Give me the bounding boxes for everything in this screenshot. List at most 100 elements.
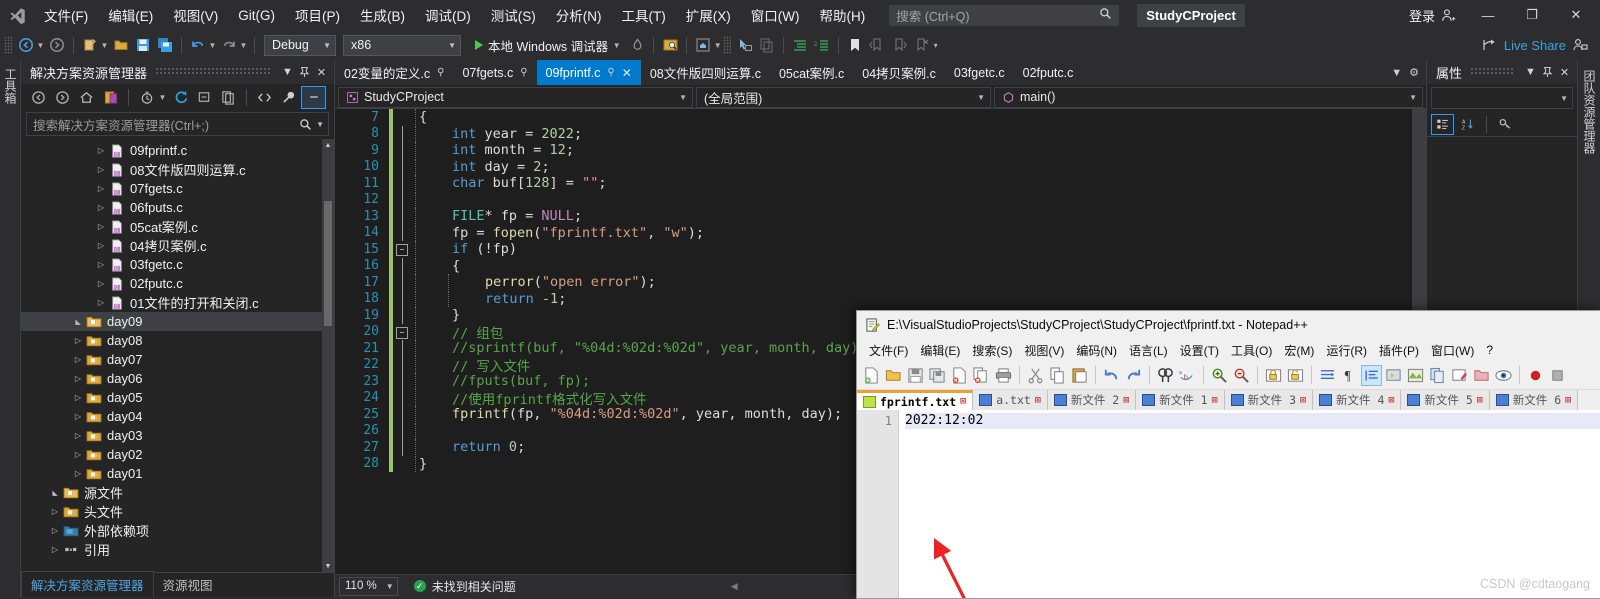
code-line[interactable]: 14 fp = fopen("fprintf.txt", "w");: [335, 224, 1426, 241]
notepadpp-tab[interactable]: 新文件 3 ⊠: [1224, 390, 1314, 410]
properties-menu-chevron-icon[interactable]: ▼: [1522, 62, 1539, 82]
redo-icon[interactable]: [1123, 365, 1144, 386]
menu-build[interactable]: 生成(B): [350, 1, 415, 29]
document-tab[interactable]: 08文件版四则运算.c: [640, 60, 770, 85]
find-icon[interactable]: [1155, 365, 1176, 386]
nav-project-select[interactable]: StudyCProject ▼: [338, 86, 693, 108]
bookmark-icon[interactable]: [844, 34, 866, 56]
tree-item[interactable]: ▷ day07: [21, 350, 334, 369]
tab-solution-explorer[interactable]: 解决方案资源管理器: [21, 571, 154, 597]
tree-item[interactable]: ◢ day09: [21, 312, 334, 331]
tree-item[interactable]: ▷ 外部依赖项: [21, 521, 334, 540]
notepadpp-menu-item[interactable]: 工具(O): [1225, 340, 1278, 361]
notepadpp-menu-item[interactable]: 窗口(W): [1425, 340, 1480, 361]
fold-gutter[interactable]: −: [393, 324, 411, 341]
window-close-button[interactable]: ✕: [1554, 0, 1598, 30]
show-hide-panel-icon[interactable]: [301, 85, 326, 109]
search-in-files-icon[interactable]: [659, 34, 681, 56]
fold-gutter[interactable]: [393, 175, 411, 192]
new-project-dropdown-icon[interactable]: ▼: [99, 41, 110, 50]
menu-analyze[interactable]: 分析(N): [546, 1, 612, 29]
close-icon[interactable]: ⊠: [1477, 395, 1483, 406]
live-share-button[interactable]: Live Share: [1482, 37, 1596, 53]
menu-edit[interactable]: 编辑(E): [98, 1, 163, 29]
document-tab[interactable]: 02fputc.c: [1013, 60, 1083, 85]
notepadpp-menu-item[interactable]: 搜索(S): [966, 340, 1018, 361]
fold-gutter[interactable]: [393, 109, 411, 126]
save-all-icon[interactable]: [154, 34, 176, 56]
properties-wrench-icon[interactable]: [277, 87, 300, 108]
function-list-icon[interactable]: [1427, 365, 1448, 386]
home-icon[interactable]: [75, 87, 98, 108]
pin-icon[interactable]: [1539, 62, 1556, 82]
fold-gutter[interactable]: [393, 274, 411, 291]
document-tab[interactable]: 04拷贝案例.c: [853, 60, 945, 85]
print-icon[interactable]: [993, 365, 1014, 386]
indent-list-icon[interactable]: [789, 34, 811, 56]
tree-item[interactable]: ▷ day04: [21, 407, 334, 426]
fold-gutter[interactable]: [393, 191, 411, 208]
start-debug-button[interactable]: 本地 Windows 调试器 ▼: [471, 36, 626, 55]
scroll-up-icon[interactable]: ▲: [322, 139, 334, 151]
close-icon[interactable]: ⊠: [1123, 395, 1129, 406]
forward-icon[interactable]: [51, 87, 74, 108]
close-icon[interactable]: ⊠: [1300, 395, 1306, 406]
solution-tree-scrollbar[interactable]: ▲ ▼: [322, 139, 334, 572]
chevron-right-icon[interactable]: ▷: [48, 545, 62, 554]
fold-gutter[interactable]: [393, 208, 411, 225]
menu-file[interactable]: 文件(F): [34, 1, 98, 29]
fold-gutter[interactable]: [393, 356, 411, 373]
global-search-box[interactable]: 搜索 (Ctrl+Q): [889, 4, 1120, 26]
chevron-right-icon[interactable]: ▷: [94, 165, 108, 174]
build-platform-select[interactable]: x86 ▼: [343, 34, 461, 56]
refresh-icon[interactable]: [169, 87, 192, 108]
window-minimize-button[interactable]: —: [1466, 0, 1510, 30]
chevron-down-icon-2[interactable]: ▼: [712, 41, 723, 50]
solution-home-icon[interactable]: [692, 34, 714, 56]
chevron-right-icon[interactable]: ▷: [71, 393, 85, 402]
tree-item[interactable]: ▷ C 03fgetc.c: [21, 255, 334, 274]
menu-extensions[interactable]: 扩展(X): [676, 1, 741, 29]
menu-tools[interactable]: 工具(T): [612, 1, 676, 29]
show-indent-guide-icon[interactable]: [1361, 364, 1382, 386]
toolbar-overflow-icon[interactable]: ▾: [930, 41, 941, 50]
code-line[interactable]: 12: [335, 191, 1426, 208]
close-icon[interactable]: ⊠: [1035, 395, 1041, 406]
clear-bookmarks-icon[interactable]: [910, 34, 932, 56]
fold-gutter[interactable]: [393, 224, 411, 241]
status-collapse-icon[interactable]: ◀: [731, 581, 738, 592]
tab-resource-view[interactable]: 资源视图: [154, 572, 222, 597]
navigate-back-icon[interactable]: [15, 34, 37, 56]
sync-horizontal-icon[interactable]: [1285, 365, 1306, 386]
code-line[interactable]: 13 FILE* fp = NULL;: [335, 208, 1426, 225]
fold-gutter[interactable]: −: [393, 241, 411, 258]
search-options-chevron-icon[interactable]: ▼: [312, 120, 324, 129]
code-line[interactable]: 18 return -1;: [335, 290, 1426, 307]
notepadpp-tab[interactable]: fprintf.txt ⊠: [857, 390, 974, 410]
tree-item[interactable]: ▷ C 02fputc.c: [21, 274, 334, 293]
tree-item[interactable]: ▷ C 09fprintf.c: [21, 141, 334, 160]
notepadpp-menu-item[interactable]: 编辑(E): [914, 340, 966, 361]
solution-tree[interactable]: ▷ C 09fprintf.c ▷ C 08文件版四则运算.c ▷ C 07fgets.c ▷ C 0…: [21, 139, 334, 572]
show-all-files-2-icon[interactable]: [217, 87, 240, 108]
notepadpp-tab[interactable]: 新文件 5 ⊠: [1401, 390, 1490, 410]
fold-gutter[interactable]: [393, 142, 411, 159]
open-file-icon[interactable]: [883, 365, 904, 386]
chevron-right-icon[interactable]: ▷: [71, 412, 85, 421]
chevron-down-icon[interactable]: ▼: [611, 41, 622, 50]
menu-project[interactable]: 项目(P): [285, 1, 350, 29]
chevron-right-icon[interactable]: ▷: [94, 241, 108, 250]
user-defined-language-icon[interactable]: [1383, 365, 1404, 386]
chevron-right-icon[interactable]: ▷: [94, 184, 108, 193]
close-file-icon[interactable]: [949, 365, 970, 386]
paste-icon[interactable]: [1069, 365, 1090, 386]
menu-debug[interactable]: 调试(D): [415, 1, 481, 29]
fold-gutter[interactable]: [393, 456, 411, 473]
fold-gutter[interactable]: [393, 307, 411, 324]
project-chip[interactable]: StudyCProject: [1137, 3, 1245, 27]
close-icon[interactable]: ✕: [1556, 62, 1573, 82]
tree-item[interactable]: ▷ C 07fgets.c: [21, 179, 334, 198]
redo-dropdown-icon[interactable]: ▼: [238, 41, 249, 50]
tree-item[interactable]: ▷ day02: [21, 445, 334, 464]
toolbar-grip[interactable]: [4, 36, 12, 54]
